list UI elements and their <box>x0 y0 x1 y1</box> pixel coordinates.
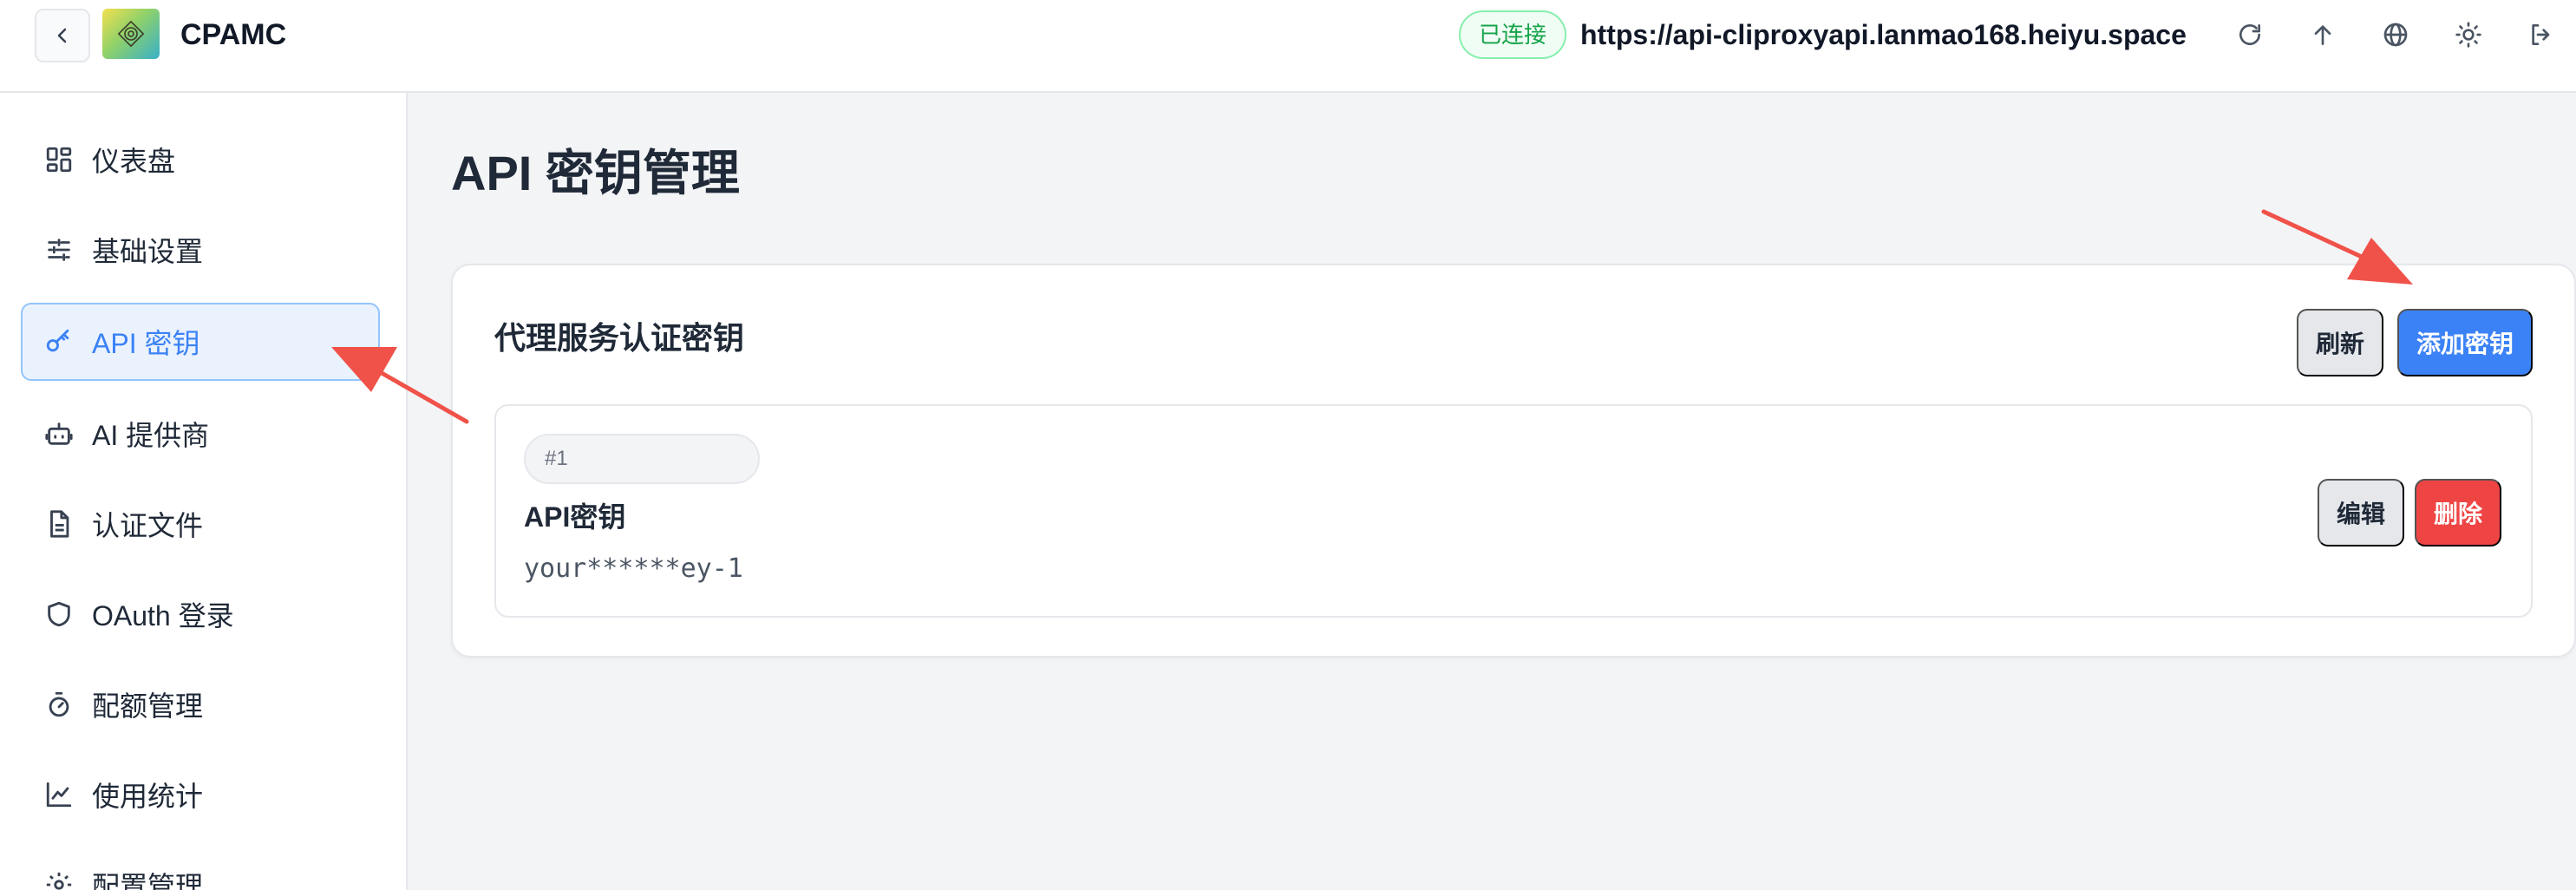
dashboard-icon <box>42 142 76 177</box>
back-button[interactable] <box>35 9 90 62</box>
delete-button[interactable]: 删除 <box>2415 479 2501 546</box>
sidebar-item-auth-files[interactable]: 认证文件 <box>21 485 380 563</box>
upload-icon[interactable] <box>2305 17 2340 52</box>
sidebar-item-label: 仪表盘 <box>92 146 176 177</box>
chart-icon <box>42 777 76 812</box>
sidebar-item-label: OAuth 登录 <box>92 600 234 632</box>
globe-icon[interactable] <box>2378 17 2413 52</box>
sidebar-item-ai-providers[interactable]: AI 提供商 <box>21 395 380 473</box>
theme-sun-icon[interactable] <box>2451 17 2486 52</box>
sidebar-item-label: API 密钥 <box>92 328 200 359</box>
timer-icon <box>42 687 76 722</box>
sidebar-item-basic-settings[interactable]: 基础设置 <box>21 211 380 289</box>
sidebar-item-label: 认证文件 <box>92 510 204 541</box>
key-index-badge: #1 <box>524 434 760 484</box>
add-key-button[interactable]: 添加密钥 <box>2397 309 2533 376</box>
file-icon <box>42 507 76 541</box>
sidebar-item-label: 配额管理 <box>92 690 204 722</box>
card-title: 代理服务认证密钥 <box>494 320 745 356</box>
sidebar-item-label: 基础设置 <box>92 236 204 267</box>
app-name: CPAMC <box>180 18 287 51</box>
key-name: API密钥 <box>524 501 626 533</box>
key-icon <box>42 324 76 359</box>
sidebar-item-label: AI 提供商 <box>92 420 210 451</box>
top-header: CPAMC 已连接 https://api-cliproxyapi.lanmao… <box>0 0 2576 93</box>
back-icon <box>57 28 67 43</box>
server-url: https://api-cliproxyapi.lanmao168.heiyu.… <box>1580 19 2187 50</box>
refresh-button[interactable]: 刷新 <box>2297 309 2383 376</box>
key-value: your******ey-1 <box>524 553 743 584</box>
sidebar-item-usage-stats[interactable]: 使用统计 <box>21 756 380 834</box>
list-item: #1 API密钥 your******ey-1 编辑 删除 <box>494 404 2533 618</box>
api-keys-card: 代理服务认证密钥 刷新 添加密钥 #1 API密钥 your******ey-1… <box>451 264 2576 658</box>
sidebar-item-label: 配置管理 <box>92 871 204 890</box>
gear-icon <box>42 867 76 890</box>
sidebar-item-label: 使用统计 <box>92 781 204 812</box>
shield-icon <box>42 597 76 632</box>
sidebar-item-config[interactable]: 配置管理 <box>21 846 380 890</box>
connection-status-badge: 已连接 <box>1459 10 1566 59</box>
sidebar-item-api-keys[interactable]: API 密钥 <box>21 303 380 381</box>
sidebar-item-dashboard[interactable]: 仪表盘 <box>21 121 380 199</box>
sidebar: 仪表盘 基础设置 API 密钥 AI 提供商 认证文件 OAuth 登录 配额管… <box>0 93 408 890</box>
edit-button[interactable]: 编辑 <box>2318 479 2404 546</box>
robot-icon <box>42 416 76 451</box>
app-logo <box>102 9 160 59</box>
sidebar-item-quota[interactable]: 配额管理 <box>21 665 380 743</box>
sliders-icon <box>42 232 76 267</box>
sidebar-item-oauth-login[interactable]: OAuth 登录 <box>21 575 380 653</box>
page-title: API 密钥管理 <box>451 146 740 200</box>
refresh-icon[interactable] <box>2233 17 2267 52</box>
logout-icon[interactable] <box>2524 17 2559 52</box>
